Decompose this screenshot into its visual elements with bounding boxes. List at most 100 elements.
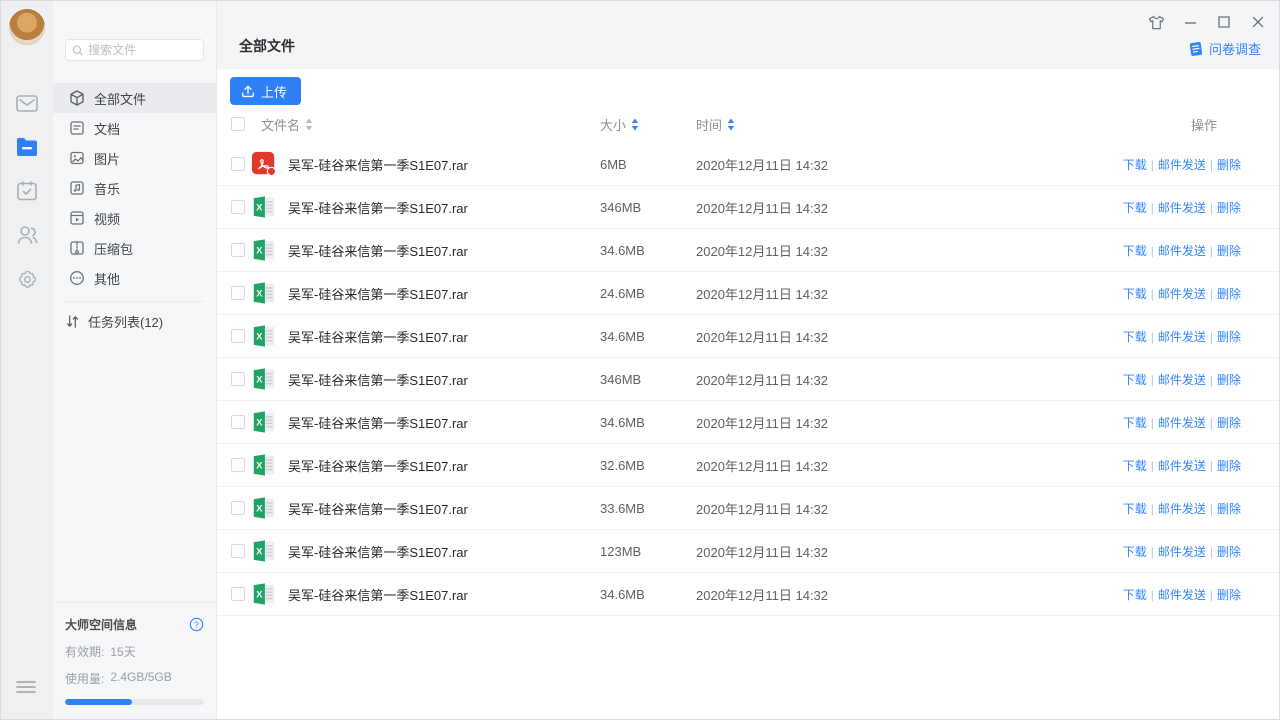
- file-name[interactable]: 吴军-硅谷来信第一季S1E07.rar: [288, 370, 600, 389]
- hamburger-menu-icon[interactable]: [15, 680, 37, 697]
- file-name[interactable]: 吴军-硅谷来信第一季S1E07.rar: [288, 198, 600, 217]
- delete-link[interactable]: 删除: [1217, 416, 1241, 430]
- row-checkbox[interactable]: [231, 587, 245, 601]
- email-send-link[interactable]: 邮件发送: [1158, 287, 1206, 301]
- file-name[interactable]: 吴军-硅谷来信第一季S1E07.rar: [288, 585, 600, 604]
- row-checkbox[interactable]: [231, 243, 245, 257]
- email-send-link[interactable]: 邮件发送: [1158, 545, 1206, 559]
- svg-text:X: X: [256, 331, 263, 341]
- mail-icon[interactable]: [13, 93, 41, 113]
- sidebar-item-all-files[interactable]: 全部文件: [53, 83, 216, 113]
- email-send-link[interactable]: 邮件发送: [1158, 416, 1206, 430]
- sort-icon-name[interactable]: [305, 118, 313, 131]
- contacts-icon[interactable]: [13, 225, 41, 245]
- delete-link[interactable]: 删除: [1217, 330, 1241, 344]
- sidebar-item-documents[interactable]: 文档: [53, 113, 216, 143]
- sort-icon-time[interactable]: [727, 118, 735, 131]
- maximize-icon[interactable]: [1215, 13, 1233, 31]
- email-send-link[interactable]: 邮件发送: [1158, 373, 1206, 387]
- email-send-link[interactable]: 邮件发送: [1158, 502, 1206, 516]
- search-icon: [72, 44, 83, 57]
- column-header-size[interactable]: 大小: [600, 115, 696, 134]
- download-link[interactable]: 下载: [1123, 416, 1147, 430]
- select-all-checkbox[interactable]: [231, 117, 245, 131]
- email-send-link[interactable]: 邮件发送: [1158, 330, 1206, 344]
- row-checkbox[interactable]: [231, 458, 245, 472]
- sidebar-item-archives[interactable]: 压缩包: [53, 233, 216, 263]
- row-checkbox[interactable]: [231, 157, 245, 171]
- files-folder-icon[interactable]: [13, 137, 41, 157]
- survey-link[interactable]: 问卷调查: [1188, 39, 1261, 58]
- settings-gear-icon[interactable]: [13, 269, 41, 289]
- minimize-icon[interactable]: [1181, 13, 1199, 31]
- file-actions: 下载|邮件发送|删除: [1071, 371, 1241, 388]
- theme-skin-icon[interactable]: [1147, 13, 1165, 31]
- row-checkbox[interactable]: [231, 501, 245, 515]
- delete-link[interactable]: 删除: [1217, 158, 1241, 172]
- email-send-link[interactable]: 邮件发送: [1158, 244, 1206, 258]
- delete-link[interactable]: 删除: [1217, 588, 1241, 602]
- file-name[interactable]: 吴军-硅谷来信第一季S1E07.rar: [288, 327, 600, 346]
- delete-link[interactable]: 删除: [1217, 502, 1241, 516]
- file-name[interactable]: 吴军-硅谷来信第一季S1E07.rar: [288, 456, 600, 475]
- delete-link[interactable]: 删除: [1217, 459, 1241, 473]
- search-input[interactable]: [88, 43, 197, 57]
- delete-link[interactable]: 删除: [1217, 545, 1241, 559]
- upload-button[interactable]: 上传: [230, 77, 301, 105]
- action-separator: |: [1210, 502, 1213, 516]
- delete-link[interactable]: 删除: [1217, 244, 1241, 258]
- file-name[interactable]: 吴军-硅谷来信第一季S1E07.rar: [288, 499, 600, 518]
- row-checkbox[interactable]: [231, 286, 245, 300]
- file-name[interactable]: 吴军-硅谷来信第一季S1E07.rar: [288, 413, 600, 432]
- email-send-link[interactable]: 邮件发送: [1158, 201, 1206, 215]
- sidebar-item-images[interactable]: 图片: [53, 143, 216, 173]
- download-link[interactable]: 下载: [1123, 244, 1147, 258]
- user-avatar[interactable]: [9, 9, 45, 45]
- row-checkbox[interactable]: [231, 544, 245, 558]
- table-header: 文件名 大小 时间 操作: [217, 105, 1279, 143]
- file-name[interactable]: 吴军-硅谷来信第一季S1E07.rar: [288, 155, 600, 174]
- download-link[interactable]: 下载: [1123, 158, 1147, 172]
- sidebar-item-task-list[interactable]: 任务列表(12): [53, 304, 216, 338]
- file-time: 2020年12月11日 14:32: [696, 413, 1071, 432]
- row-checkbox[interactable]: [231, 200, 245, 214]
- sidebar-item-label: 图片: [94, 149, 120, 168]
- file-table-row: X 吴军-硅谷来信第一季S1E07.rar 123MB 2020年12月11日 …: [217, 530, 1279, 573]
- delete-link[interactable]: 删除: [1217, 201, 1241, 215]
- sort-icon-size[interactable]: [631, 118, 639, 131]
- download-link[interactable]: 下载: [1123, 502, 1147, 516]
- sidebar-item-videos[interactable]: 视频: [53, 203, 216, 233]
- close-icon[interactable]: [1249, 13, 1267, 31]
- file-name[interactable]: 吴军-硅谷来信第一季S1E07.rar: [288, 542, 600, 561]
- search-box[interactable]: [65, 39, 204, 61]
- file-name[interactable]: 吴军-硅谷来信第一季S1E07.rar: [288, 241, 600, 260]
- sidebar-item-other[interactable]: 其他: [53, 263, 216, 293]
- download-link[interactable]: 下载: [1123, 201, 1147, 215]
- delete-link[interactable]: 删除: [1217, 287, 1241, 301]
- file-name[interactable]: 吴军-硅谷来信第一季S1E07.rar: [288, 284, 600, 303]
- sidebar-item-music[interactable]: 音乐: [53, 173, 216, 203]
- email-send-link[interactable]: 邮件发送: [1158, 158, 1206, 172]
- download-link[interactable]: 下载: [1123, 459, 1147, 473]
- file-time: 2020年12月11日 14:32: [696, 456, 1071, 475]
- rail-nav: [13, 93, 41, 289]
- row-checkbox[interactable]: [231, 415, 245, 429]
- file-table-row: X 吴军-硅谷来信第一季S1E07.rar 346MB 2020年12月11日 …: [217, 358, 1279, 401]
- email-send-link[interactable]: 邮件发送: [1158, 459, 1206, 473]
- column-header-name[interactable]: 文件名: [251, 115, 600, 134]
- task-list-label: 任务列表(12): [88, 312, 163, 331]
- column-header-time[interactable]: 时间: [696, 115, 1071, 134]
- schedule-icon[interactable]: [13, 181, 41, 201]
- download-link[interactable]: 下载: [1123, 373, 1147, 387]
- action-separator: |: [1210, 201, 1213, 215]
- download-link[interactable]: 下载: [1123, 330, 1147, 344]
- help-icon[interactable]: ?: [189, 617, 204, 632]
- email-send-link[interactable]: 邮件发送: [1158, 588, 1206, 602]
- document-icon: [69, 120, 85, 136]
- delete-link[interactable]: 删除: [1217, 373, 1241, 387]
- download-link[interactable]: 下载: [1123, 588, 1147, 602]
- download-link[interactable]: 下载: [1123, 545, 1147, 559]
- download-link[interactable]: 下载: [1123, 287, 1147, 301]
- row-checkbox[interactable]: [231, 372, 245, 386]
- row-checkbox[interactable]: [231, 329, 245, 343]
